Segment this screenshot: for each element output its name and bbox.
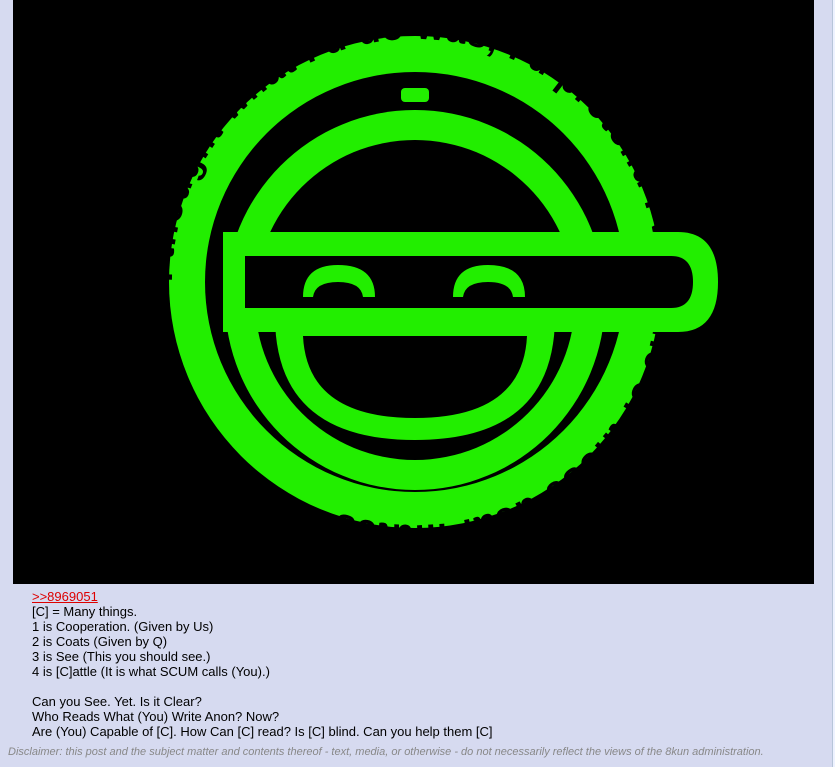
post-image[interactable]: I thought what I'd do was, I'd pretend I… xyxy=(13,0,814,584)
post-line: [C] = Many things. xyxy=(32,604,138,619)
quote-line: >>8969051 xyxy=(32,589,812,604)
quote-link[interactable]: >>8969051 xyxy=(32,589,98,604)
post-line: Who Reads What (You) Write Anon? Now? xyxy=(32,709,280,724)
post-line: 1 is Cooperation. (Given by Us) xyxy=(32,619,214,634)
post-line: 3 is See (This you should see.) xyxy=(32,649,211,664)
post-container: I thought what I'd do was, I'd pretend I… xyxy=(0,0,833,767)
post-line: 2 is Coats (Given by Q) xyxy=(32,634,168,649)
disclaimer-text: Disclaimer: this post and the subject ma… xyxy=(8,746,764,758)
post-line-empty xyxy=(32,679,812,694)
cap-knob xyxy=(401,88,429,102)
laughing-man-logo: I thought what I'd do was, I'd pretend I… xyxy=(139,6,718,558)
page: I thought what I'd do was, I'd pretend I… xyxy=(0,0,835,767)
post-line: Are (You) Capable of [C]. How Can [C] re… xyxy=(32,724,493,739)
post-body: >>8969051 [C] = Many things. 1 is Cooper… xyxy=(32,589,812,739)
post-line: 4 is [C]attle (It is what SCUM calls (Yo… xyxy=(32,664,270,679)
post-line: Can you See. Yet. Is it Clear? xyxy=(32,694,202,709)
